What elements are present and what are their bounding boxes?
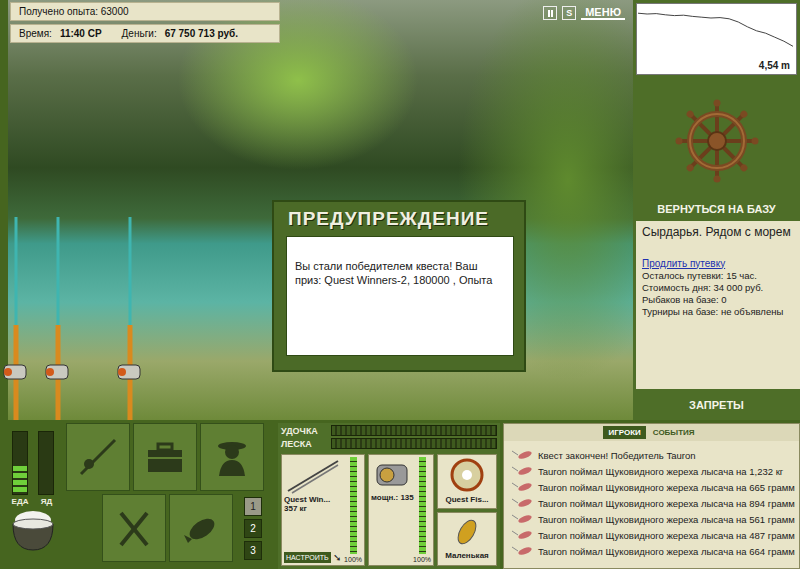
- rod-condition-text: 100%: [344, 556, 362, 563]
- lure-slot[interactable]: Маленькая: [437, 512, 497, 567]
- rod-condition: [350, 457, 357, 554]
- meter-label: ЕДА: [12, 497, 29, 506]
- reel-slot[interactable]: мощн.: 135 100%: [368, 454, 434, 566]
- extend-link[interactable]: Продлить путевку: [642, 258, 794, 269]
- bans-button[interactable]: ЗАПРЕТЫ: [633, 389, 800, 420]
- reel-icon: [371, 457, 415, 493]
- base-detail: Стоимость дня: 34 000 руб.: [642, 282, 794, 293]
- money-label: Деньги:: [122, 28, 157, 39]
- pause-icon: [548, 10, 553, 17]
- base-detail: Турниры на базе: не объявлены: [642, 306, 794, 317]
- fishing-line-spool-icon: [449, 457, 485, 493]
- fish-catch-icon: [512, 529, 534, 541]
- fish-button[interactable]: [169, 494, 233, 562]
- feed-message: Tauron поймал Щуковидного жереха лысача …: [512, 511, 795, 527]
- events-feed: ИГРОКИСОБЫТИЯ Квест закончен! Победитель…: [503, 423, 800, 569]
- right-panel: 4,54 m ВЕРНУТЬСЯ НА БАЗУ Сырдарья. Рядом…: [633, 0, 800, 420]
- rods-icon: [0, 215, 170, 420]
- base-detail: Осталось путевки: 15 час.: [642, 270, 794, 281]
- feed-tab[interactable]: СОБЫТИЯ: [648, 426, 700, 439]
- fish-icon: [178, 505, 224, 551]
- feed-message: Квест закончен! Победитель Tauron: [512, 447, 795, 463]
- reel-condition-text: 100%: [413, 556, 431, 563]
- rod-slot[interactable]: Quest Win... 357 кг НАСТРОИТЬ ➘ 100%: [281, 454, 365, 566]
- base-info: Сырдарья. Рядом с морем Продлить путевку…: [636, 221, 800, 389]
- rod-icon[interactable]: [118, 217, 140, 420]
- feed-message: Tauron поймал Щуковидного жереха лысача …: [512, 543, 795, 559]
- depth-chart: 4,54 m: [636, 3, 797, 75]
- time-label: Время:: [19, 28, 52, 39]
- rod-name: Quest Win...: [284, 495, 330, 504]
- fish-catch-icon: [512, 481, 534, 493]
- depth-reading: 4,54 m: [759, 60, 790, 71]
- tackle-box-button[interactable]: [133, 423, 197, 491]
- arrow-icon: ➘: [333, 552, 341, 563]
- fish-catch-icon: [512, 545, 534, 557]
- tackle-panel: УДОЧКА ЛЕСКА Quest Win... 357 кг НАСТРОИ…: [278, 423, 500, 569]
- base-detail: Рыбаков на базе: 0: [642, 294, 794, 305]
- menu-button[interactable]: МЕНЮ: [581, 6, 625, 20]
- feed-message: Tauron поймал Щуковидного жереха лысача …: [512, 479, 795, 495]
- setup-button[interactable]: НАСТРОИТЬ: [284, 552, 331, 563]
- gauge-label: ЛЕСКА: [281, 439, 327, 449]
- dialog-title: ПРЕДУПРЕЖДЕНИЕ: [274, 202, 524, 234]
- fishing-scene: Получено опыта: 63000 Время: 11:40 СР Де…: [0, 0, 633, 420]
- tackle-box-icon: [142, 434, 188, 480]
- rod-icon[interactable]: [4, 217, 26, 420]
- dialog-message: Вы стали победителем квеста! Ваш приз: Q…: [286, 236, 514, 356]
- feed-message: Tauron поймал Щуковидного жереха лысача …: [512, 527, 795, 543]
- meter-label: ЯД: [41, 497, 52, 506]
- game-screen: Получено опыта: 63000 Время: 11:40 СР Де…: [0, 0, 800, 569]
- page-button[interactable]: 3: [244, 541, 262, 560]
- fish-catch-icon: [512, 497, 534, 509]
- page-button[interactable]: 1: [244, 497, 262, 516]
- feed-message: Tauron поймал Щуковидного жереха лысача …: [512, 463, 795, 479]
- fishing-rod-icon: [75, 434, 121, 480]
- info-panel: Получено опыта: 63000 Время: 11:40 СР Де…: [10, 2, 280, 43]
- feed-tab[interactable]: ИГРОКИ: [603, 426, 645, 439]
- fish-catch-icon: [512, 465, 534, 477]
- rod-icon: [284, 457, 340, 495]
- menu-bar: S МЕНЮ: [543, 6, 625, 20]
- line-name: Quest Fis...: [445, 495, 488, 504]
- return-to-base-button[interactable]: ВЕРНУТЬСЯ НА БАЗУ: [633, 203, 800, 221]
- ship-wheel-icon[interactable]: [675, 99, 759, 183]
- reel-condition: [419, 457, 426, 554]
- fish-catch-icon: [512, 513, 534, 525]
- experience: Получено опыта: 63000: [10, 2, 280, 21]
- pause-button[interactable]: [543, 6, 557, 20]
- fork-knife-icon: [111, 505, 157, 551]
- status-meter: [12, 431, 28, 495]
- tension-gauge: [331, 425, 497, 436]
- reel-power: мощн.: 135: [371, 493, 414, 502]
- pot-icon[interactable]: [7, 506, 59, 552]
- rod-weight: 357 кг: [284, 504, 307, 513]
- sound-button[interactable]: S: [562, 6, 576, 20]
- tension-gauge: [331, 438, 497, 449]
- food-button[interactable]: [102, 494, 166, 562]
- fish-catch-icon: [512, 449, 534, 461]
- rods-button[interactable]: [66, 423, 130, 491]
- lure-name: Маленькая: [445, 551, 489, 560]
- warning-dialog: ПРЕДУПРЕЖДЕНИЕ Вы стали победителем квес…: [272, 200, 526, 372]
- money-value: 67 750 713 руб.: [165, 28, 238, 39]
- gauge-label: УДОЧКА: [281, 426, 327, 436]
- time-value: 11:40 СР: [60, 28, 102, 39]
- status-meter: [38, 431, 54, 495]
- lure-icon: [449, 515, 485, 549]
- line-slot[interactable]: Quest Fis...: [437, 454, 497, 509]
- rod-icon[interactable]: [46, 217, 68, 420]
- fisherman-icon: [209, 434, 255, 480]
- tools-panel: ЕДА ЯД 1 2 3: [0, 423, 275, 569]
- location: Сырдарья. Рядом с морем: [642, 225, 794, 241]
- fisherman-button[interactable]: [200, 423, 264, 491]
- feed-message: Tauron поймал Щуковидного жереха лысача …: [512, 495, 795, 511]
- page-button[interactable]: 2: [244, 519, 262, 538]
